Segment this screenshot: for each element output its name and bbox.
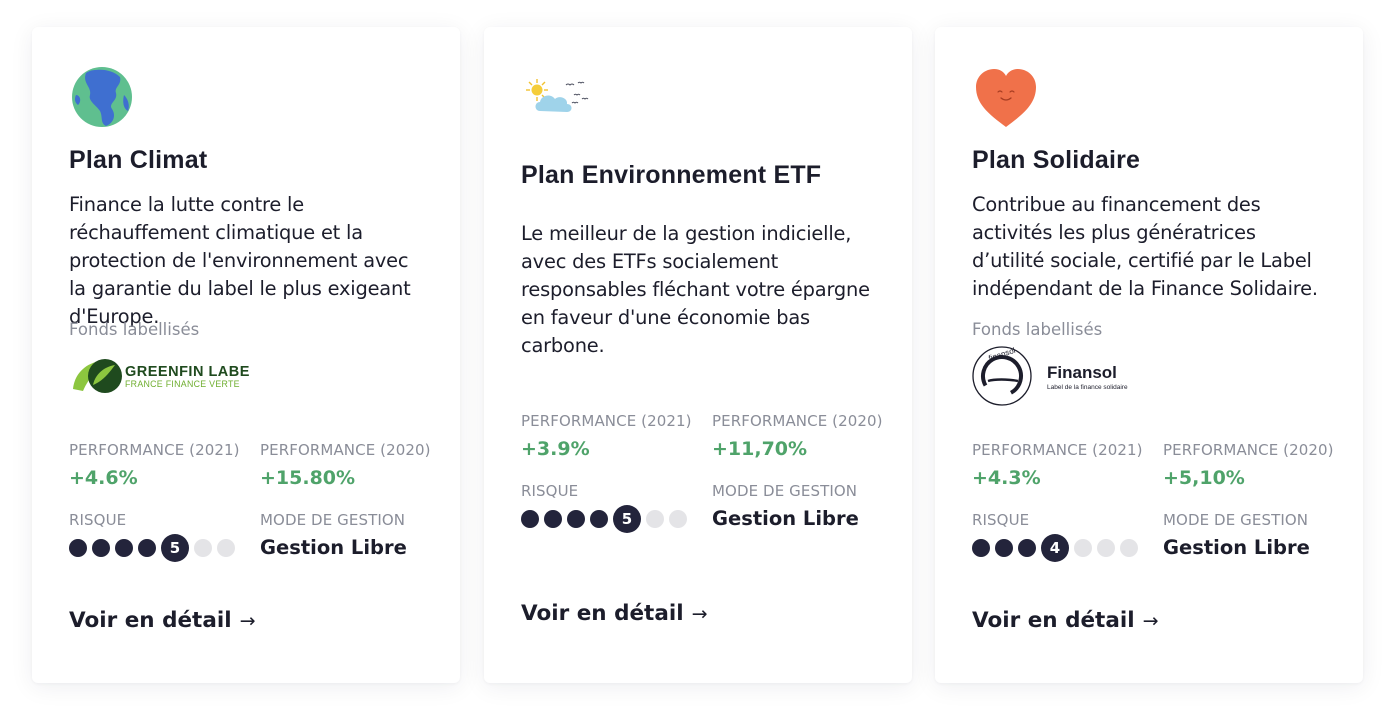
risk-dot-filled bbox=[567, 510, 585, 528]
risk-dot-filled bbox=[92, 539, 110, 557]
label-logo-subtitle: Label de la finance solidaire bbox=[1047, 384, 1128, 391]
risk-dot-filled bbox=[138, 539, 156, 557]
risk-dot-filled bbox=[544, 510, 562, 528]
risk-level-indicator: 5 bbox=[161, 534, 189, 562]
cloud-sun-birds-icon bbox=[522, 73, 594, 123]
voir-en-detail-link[interactable]: Voir en détail → bbox=[521, 601, 707, 626]
performance-2020-label: PERFORMANCE (2020) bbox=[1163, 441, 1334, 459]
mode-gestion-value: Gestion Libre bbox=[260, 536, 407, 559]
performance-2020-value: +5,10% bbox=[1163, 467, 1245, 489]
performance-2020-label: PERFORMANCE (2020) bbox=[712, 412, 883, 430]
mode-gestion-label: MODE DE GESTION bbox=[712, 482, 858, 500]
svg-text:FRANCE FINANCE VERTE: FRANCE FINANCE VERTE bbox=[125, 379, 240, 389]
link-label: Voir en détail bbox=[69, 608, 232, 633]
risk-scale: 5 bbox=[69, 534, 235, 562]
risk-dot-filled bbox=[115, 539, 133, 557]
mode-gestion-value: Gestion Libre bbox=[712, 507, 859, 530]
risk-dot-empty bbox=[1074, 539, 1092, 557]
card-description: Contribue au financement des activités l… bbox=[972, 193, 1318, 300]
mode-gestion-label: MODE DE GESTION bbox=[1163, 511, 1309, 529]
link-label: Voir en détail bbox=[521, 601, 684, 626]
performance-2021-value: +4.3% bbox=[972, 467, 1041, 489]
card-description: Finance la lutte contre le réchauffement… bbox=[69, 193, 411, 328]
arrow-right-icon: → bbox=[239, 609, 256, 632]
performance-2021-value: +3.9% bbox=[521, 438, 590, 460]
voir-en-detail-link[interactable]: Voir en détail → bbox=[972, 608, 1158, 633]
risk-dot-empty bbox=[194, 539, 212, 557]
performance-2021-label: PERFORMANCE (2021) bbox=[521, 412, 692, 430]
performance-2021-label: PERFORMANCE (2021) bbox=[972, 441, 1143, 459]
risk-dot-filled bbox=[521, 510, 539, 528]
performance-2020-value: +15.80% bbox=[260, 467, 356, 489]
risk-dot-empty bbox=[217, 539, 235, 557]
risque-label: RISQUE bbox=[69, 511, 127, 529]
risk-dot-filled bbox=[69, 539, 87, 557]
risk-scale: 4 bbox=[972, 534, 1138, 562]
svg-text:GREENFIN LABEL: GREENFIN LABEL bbox=[125, 364, 249, 380]
risque-label: RISQUE bbox=[521, 482, 579, 500]
risk-dot-filled bbox=[1018, 539, 1036, 557]
arrow-right-icon: → bbox=[1142, 609, 1159, 632]
mode-gestion-value: Gestion Libre bbox=[1163, 536, 1310, 559]
link-label: Voir en détail bbox=[972, 608, 1135, 633]
card-title: Plan Environnement ETF bbox=[521, 161, 822, 189]
risk-level-indicator: 4 bbox=[1041, 534, 1069, 562]
greenfin-label-logo: GREENFIN LABEL FRANCE FINANCE VERTE bbox=[69, 355, 259, 401]
voir-en-detail-link[interactable]: Voir en détail → bbox=[69, 608, 255, 633]
card-title: Plan Climat bbox=[69, 146, 208, 174]
card-title: Plan Solidaire bbox=[972, 146, 1141, 174]
performance-2020-label: PERFORMANCE (2020) bbox=[260, 441, 431, 459]
risk-dot-empty bbox=[1120, 539, 1138, 557]
risk-dot-empty bbox=[669, 510, 687, 528]
risk-dot-filled bbox=[972, 539, 990, 557]
earth-globe-icon bbox=[70, 65, 140, 135]
label-logo-name: Finansol bbox=[1047, 363, 1117, 382]
risk-dot-empty bbox=[646, 510, 664, 528]
risque-label: RISQUE bbox=[972, 511, 1030, 529]
fonds-labellises-label: Fonds labellisés bbox=[69, 320, 200, 339]
risk-scale: 5 bbox=[521, 505, 687, 533]
risk-dot-filled bbox=[995, 539, 1013, 557]
performance-2021-value: +4.6% bbox=[69, 467, 138, 489]
plan-card-environnement-etf[interactable]: Plan Environnement ETF Le meilleur de la… bbox=[484, 27, 912, 683]
risk-level-indicator: 5 bbox=[613, 505, 641, 533]
finansol-label-logo: finansol Finansol Label de la finance so… bbox=[972, 345, 1132, 411]
fonds-labellises-label: Fonds labellisés bbox=[972, 320, 1103, 339]
arrow-right-icon: → bbox=[691, 602, 708, 625]
plan-card-solidaire[interactable]: Plan Solidaire Contribue au financement … bbox=[935, 27, 1363, 683]
plan-card-climat[interactable]: Plan Climat Finance la lutte contre le r… bbox=[32, 27, 460, 683]
risk-dot-empty bbox=[1097, 539, 1115, 557]
performance-2021-label: PERFORMANCE (2021) bbox=[69, 441, 240, 459]
performance-2020-value: +11,70% bbox=[712, 438, 808, 460]
risk-dot-filled bbox=[590, 510, 608, 528]
mode-gestion-label: MODE DE GESTION bbox=[260, 511, 406, 529]
smiling-heart-icon bbox=[973, 67, 1043, 137]
card-description: Le meilleur de la gestion indicielle, av… bbox=[521, 222, 870, 357]
